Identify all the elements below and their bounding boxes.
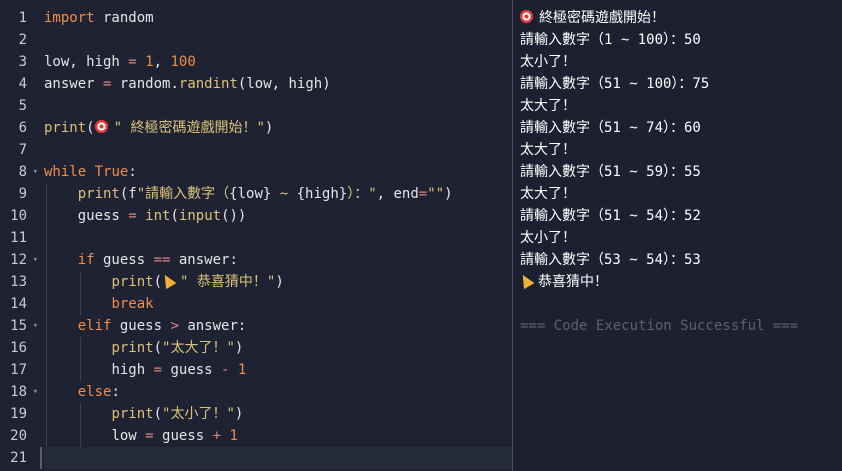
line-number: 20 [10, 428, 27, 444]
indent-guide [46, 315, 47, 337]
output-line: 終極密碼遊戲開始！ [520, 7, 798, 29]
line-number: 3 [18, 54, 27, 70]
code-line[interactable]: print(" 終極密碼遊戲開始！") [44, 117, 512, 139]
code-line[interactable]: guess = int(input()) [44, 205, 512, 227]
line-number: 7 [18, 142, 27, 158]
fold-chevron-icon[interactable]: ▾ [33, 381, 38, 403]
code-line[interactable] [44, 29, 512, 51]
line-number: 17 [10, 362, 27, 378]
code-line[interactable]: print(" 恭喜猜中！") [44, 271, 512, 293]
code-line[interactable] [44, 95, 512, 117]
indent-guide [80, 337, 81, 359]
code-line[interactable]: print(f"請輸入數字（{low} ~ {high}）：", end="") [44, 183, 512, 205]
code-line[interactable]: low = guess + 1 [44, 425, 512, 447]
code-line[interactable]: break [44, 293, 512, 315]
code-area[interactable]: import random low, high = 1, 100 answer … [40, 7, 512, 469]
indent-guide [46, 425, 47, 447]
indent-guide [46, 293, 47, 315]
output-line: 請輸入數字（51 ~ 59）：55 [520, 164, 701, 180]
fold-chevron-icon[interactable]: ▾ [33, 315, 38, 337]
output-line: 太小了！ [520, 230, 576, 246]
line-number: 10 [10, 208, 27, 224]
fold-chevron-icon[interactable]: ▾ [33, 161, 38, 183]
indent-guide [80, 403, 81, 425]
indent-guide [46, 271, 47, 293]
line-number: 12 ▾ [0, 249, 40, 271]
indent-guide [80, 271, 81, 293]
indent-guide [80, 359, 81, 381]
output-line: 請輸入數字（53 ~ 54）：53 [520, 252, 701, 268]
output-line: 請輸入數字（51 ~ 74）：60 [520, 120, 701, 136]
code-line[interactable]: answer = random.randint(low, high) [44, 73, 512, 95]
party-popper-icon-string: " 恭喜猜中！" [159, 271, 275, 290]
code-line[interactable]: print("太大了！") [44, 337, 512, 359]
output-line: 太大了！ [520, 142, 576, 158]
line-number: 4 [18, 76, 27, 92]
indent-guide [80, 293, 81, 315]
code-line[interactable] [44, 139, 512, 161]
output-line: 請輸入數字（51 ~ 54）：52 [520, 208, 701, 224]
code-line-active[interactable] [40, 447, 512, 469]
line-number: 14 [10, 296, 27, 312]
dart-target-icon [94, 120, 108, 133]
code-line[interactable]: if guess == answer: [44, 249, 512, 271]
dart-target-icon-string: " 終極密碼遊戲開始！" [94, 120, 265, 136]
output-line: 太大了！ [520, 186, 576, 202]
line-number: 11 [10, 230, 27, 246]
indent-guide [46, 205, 47, 227]
line-number: 8 ▾ [0, 161, 40, 183]
fold-chevron-icon[interactable]: ▾ [33, 249, 38, 271]
output-lines: 終極密碼遊戲開始！ 請輸入數字（1 ~ 100）：50 太小了！ 請輸入數字（5… [517, 7, 799, 337]
output-line: 恭喜猜中！ [517, 271, 798, 293]
indent-guide [46, 381, 47, 403]
line-number: 6 [18, 120, 27, 136]
app-root: 1 2 3 4 5 6 7 8 ▾ 9 10 11 12 ▾ 13 14 15 ▾ 1… [0, 0, 842, 471]
line-number: 9 [18, 186, 27, 202]
code-line[interactable] [44, 227, 512, 249]
code-line[interactable]: import random [44, 7, 512, 29]
indent-guide [46, 359, 47, 381]
output-line: 請輸入數字（51 ~ 100）：75 [520, 76, 710, 92]
line-number-gutter: 1 2 3 4 5 6 7 8 ▾ 9 10 11 12 ▾ 13 14 15 ▾ 1… [0, 7, 40, 469]
code-line[interactable]: low, high = 1, 100 [44, 51, 512, 73]
line-number: 5 [18, 98, 27, 114]
code-line[interactable]: else: [44, 381, 512, 403]
output-line: 請輸入數字（1 ~ 100）：50 [520, 32, 701, 48]
line-number: 15 ▾ [0, 315, 40, 337]
line-number: 19 [10, 406, 27, 422]
execution-status: === Code Execution Successful === [520, 318, 799, 334]
indent-guide [46, 337, 47, 359]
code-line[interactable]: print("太小了！") [44, 403, 512, 425]
code-line[interactable]: high = guess - 1 [44, 359, 512, 381]
line-number: 13 [10, 274, 27, 290]
indent-guide [46, 403, 47, 425]
code-line[interactable]: while True: [44, 161, 512, 183]
line-number: 16 [10, 340, 27, 356]
indent-guide [46, 227, 47, 249]
line-number: 2 [18, 32, 27, 48]
dart-target-icon [520, 10, 533, 23]
output-line: 太大了！ [520, 98, 576, 114]
indent-guide [46, 249, 47, 271]
line-number: 18 ▾ [0, 381, 40, 403]
code-line[interactable]: elif guess > answer: [44, 315, 512, 337]
party-popper-icon [159, 271, 177, 290]
output-console: 終極密碼遊戲開始！ 請輸入數字（1 ~ 100）：50 太小了！ 請輸入數字（5… [513, 0, 842, 471]
party-popper-icon [517, 271, 535, 290]
indent-guide [46, 183, 47, 205]
line-number: 21 [10, 450, 27, 466]
line-number: 1 [18, 10, 27, 26]
indent-guide [80, 425, 81, 447]
output-line: 太小了！ [520, 54, 576, 70]
code-editor[interactable]: 1 2 3 4 5 6 7 8 ▾ 9 10 11 12 ▾ 13 14 15 ▾ 1… [0, 0, 512, 471]
